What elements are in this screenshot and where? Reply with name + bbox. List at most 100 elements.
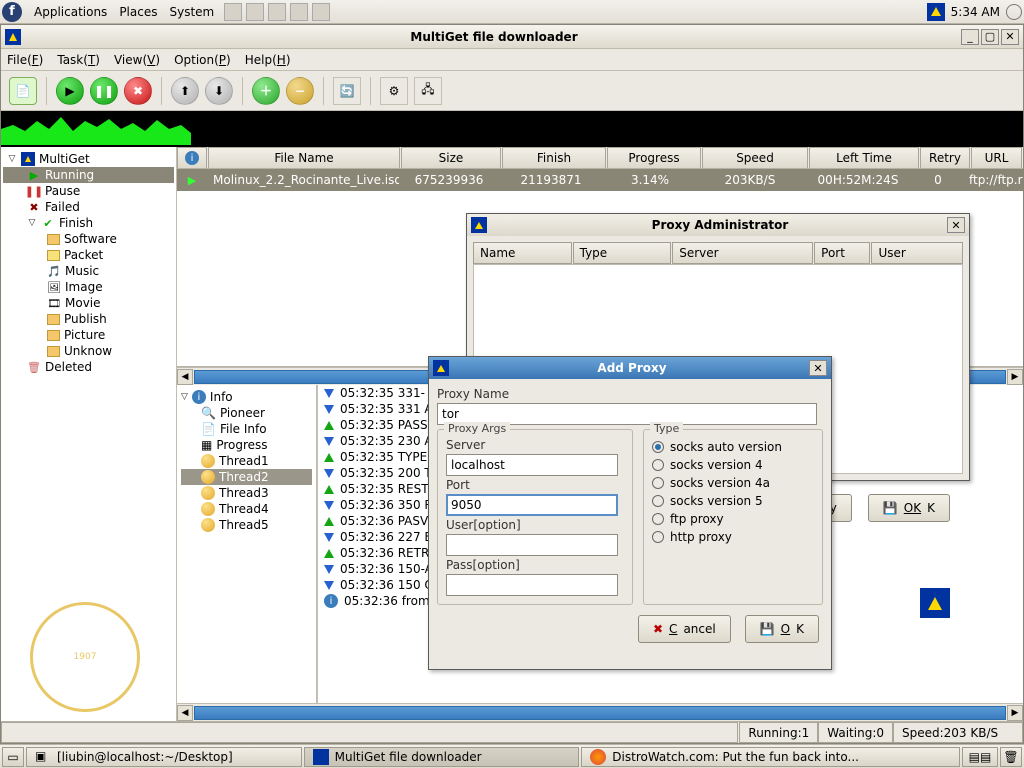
tree-root[interactable]: ▽MultiGet (3, 151, 174, 167)
info-tree[interactable]: ▽iInfo 🔍Pioneer 📄File Info ▦Progress Thr… (177, 385, 317, 703)
type-v4a-radio[interactable]: socks version 4a (652, 476, 814, 490)
info-fileinfo[interactable]: 📄File Info (181, 421, 312, 437)
add-proxy-ok-button[interactable]: 💾OK (745, 615, 819, 643)
scroll-right-icon[interactable]: ▶ (1007, 705, 1023, 721)
applications-menu[interactable]: Applications (28, 5, 113, 19)
add-proxy-close-button[interactable]: ✕ (809, 360, 827, 376)
launcher-icon[interactable] (246, 3, 264, 21)
user-input[interactable] (446, 534, 618, 556)
tree-packet[interactable]: Packet (3, 247, 174, 263)
type-ftp-radio[interactable]: ftp proxy (652, 512, 814, 526)
scroll-left-icon[interactable]: ◀ (177, 369, 193, 385)
pause-button[interactable]: ❚❚ (90, 77, 118, 105)
tree-movie[interactable]: 🎞Movie (3, 295, 174, 311)
log-hscroll[interactable]: ◀ ▶ (177, 703, 1023, 721)
launcher-icon[interactable] (224, 3, 242, 21)
task-multiget[interactable]: MultiGet file downloader (304, 747, 580, 767)
proxy-admin-close-button[interactable]: ✕ (947, 217, 965, 233)
info-thread3[interactable]: Thread3 (181, 485, 312, 501)
proxy-button[interactable]: 🖧 (414, 77, 442, 105)
col-speed[interactable]: Speed (702, 147, 808, 168)
places-menu[interactable]: Places (113, 5, 163, 19)
tree-music[interactable]: 🎵Music (3, 263, 174, 279)
info-thread4[interactable]: Thread4 (181, 501, 312, 517)
type-auto-radio[interactable]: socks auto version (652, 440, 814, 454)
scroll-left-icon[interactable]: ◀ (177, 705, 193, 721)
col-info-icon[interactable]: i (177, 147, 207, 168)
tree-picture[interactable]: Picture (3, 327, 174, 343)
server-input[interactable] (446, 454, 618, 476)
show-desktop-button[interactable]: ▭ (2, 747, 24, 767)
add-thread-button[interactable]: ＋ (252, 77, 280, 105)
info-thread2[interactable]: Thread2 (181, 469, 312, 485)
add-proxy-titlebar[interactable]: Add Proxy ✕ (429, 357, 831, 379)
volume-icon[interactable] (1006, 4, 1022, 20)
col-progress[interactable]: Progress (607, 147, 701, 168)
col-name[interactable]: Name (473, 242, 572, 264)
launcher-icon[interactable] (268, 3, 286, 21)
info-progress[interactable]: ▦Progress (181, 437, 312, 453)
tree-image[interactable]: 🖼Image (3, 279, 174, 295)
close-button[interactable]: ✕ (1001, 29, 1019, 45)
task-firefox[interactable]: DistroWatch.com: Put the fun back into..… (581, 747, 960, 767)
tree-running[interactable]: ▶Running (3, 167, 174, 183)
col-filename[interactable]: File Name (208, 147, 400, 168)
settings-button[interactable]: ⚙ (380, 77, 408, 105)
add-proxy-cancel-button[interactable]: ✖Cancel (638, 615, 731, 643)
scroll-thumb[interactable] (194, 706, 1006, 720)
type-v4-radio[interactable]: socks version 4 (652, 458, 814, 472)
type-v5-radio[interactable]: socks version 5 (652, 494, 814, 508)
fedora-logo-icon[interactable]: f (2, 2, 22, 22)
pass-input[interactable] (446, 574, 618, 596)
menu-option[interactable]: Option(P) (174, 53, 231, 67)
move-down-button[interactable]: ⬇ (205, 77, 233, 105)
col-user[interactable]: User (871, 242, 963, 264)
info-pioneer[interactable]: 🔍Pioneer (181, 405, 312, 421)
col-url[interactable]: URL (971, 147, 1022, 168)
col-finish[interactable]: Finish (502, 147, 606, 168)
launcher-icon[interactable] (290, 3, 308, 21)
tree-deleted[interactable]: 🗑Deleted (3, 359, 174, 375)
menu-file[interactable]: File(F) (7, 53, 43, 67)
col-server[interactable]: Server (672, 242, 813, 264)
menu-task[interactable]: Task(T) (57, 53, 100, 67)
col-left[interactable]: Left Time (809, 147, 919, 168)
info-thread1[interactable]: Thread1 (181, 453, 312, 469)
menu-help[interactable]: Help(H) (245, 53, 291, 67)
info-thread5[interactable]: Thread5 (181, 517, 312, 533)
tray-multiget-icon[interactable] (927, 3, 945, 21)
tree-unknow[interactable]: Unknow (3, 343, 174, 359)
start-button[interactable]: ▶ (56, 77, 84, 105)
workspace-switcher[interactable]: ▤▤ (962, 747, 998, 767)
port-input[interactable] (446, 494, 618, 516)
menu-view[interactable]: View(V) (114, 53, 160, 67)
reload-button[interactable]: 🔄 (333, 77, 361, 105)
col-size[interactable]: Size (401, 147, 501, 168)
trash-icon[interactable]: 🗑 (1000, 747, 1022, 767)
clock[interactable]: 5:34 AM (951, 5, 1000, 19)
task-terminal[interactable]: ▣[liubin@localhost:~/Desktop] (26, 747, 302, 767)
type-http-radio[interactable]: http proxy (652, 530, 814, 544)
col-port[interactable]: Port (814, 242, 870, 264)
tree-failed[interactable]: ✖Failed (3, 199, 174, 215)
menu-bar: File(F) Task(T) View(V) Option(P) Help(H… (1, 49, 1023, 71)
tree-finish[interactable]: ▽✔Finish (3, 215, 174, 231)
download-row[interactable]: ▶ Molinux_2.2_Rocinante_Live.iso 6752399… (177, 169, 1023, 191)
remove-thread-button[interactable]: − (286, 77, 314, 105)
new-task-button[interactable]: 📄 (9, 77, 37, 105)
scroll-right-icon[interactable]: ▶ (1007, 369, 1023, 385)
tree-publish[interactable]: Publish (3, 311, 174, 327)
col-type[interactable]: Type (573, 242, 672, 264)
col-retry[interactable]: Retry (920, 147, 970, 168)
tree-pause[interactable]: ❚❚Pause (3, 183, 174, 199)
maximize-button[interactable]: ▢ (981, 29, 999, 45)
move-up-button[interactable]: ⬆ (171, 77, 199, 105)
info-root[interactable]: ▽iInfo (181, 389, 312, 405)
stop-button[interactable]: ✖ (124, 77, 152, 105)
proxy-admin-ok-button[interactable]: 💾 OKK (868, 494, 950, 522)
proxy-admin-titlebar[interactable]: Proxy Administrator ✕ (467, 214, 969, 236)
launcher-icon[interactable] (312, 3, 330, 21)
system-menu[interactable]: System (163, 5, 220, 19)
tree-software[interactable]: Software (3, 231, 174, 247)
minimize-button[interactable]: _ (961, 29, 979, 45)
